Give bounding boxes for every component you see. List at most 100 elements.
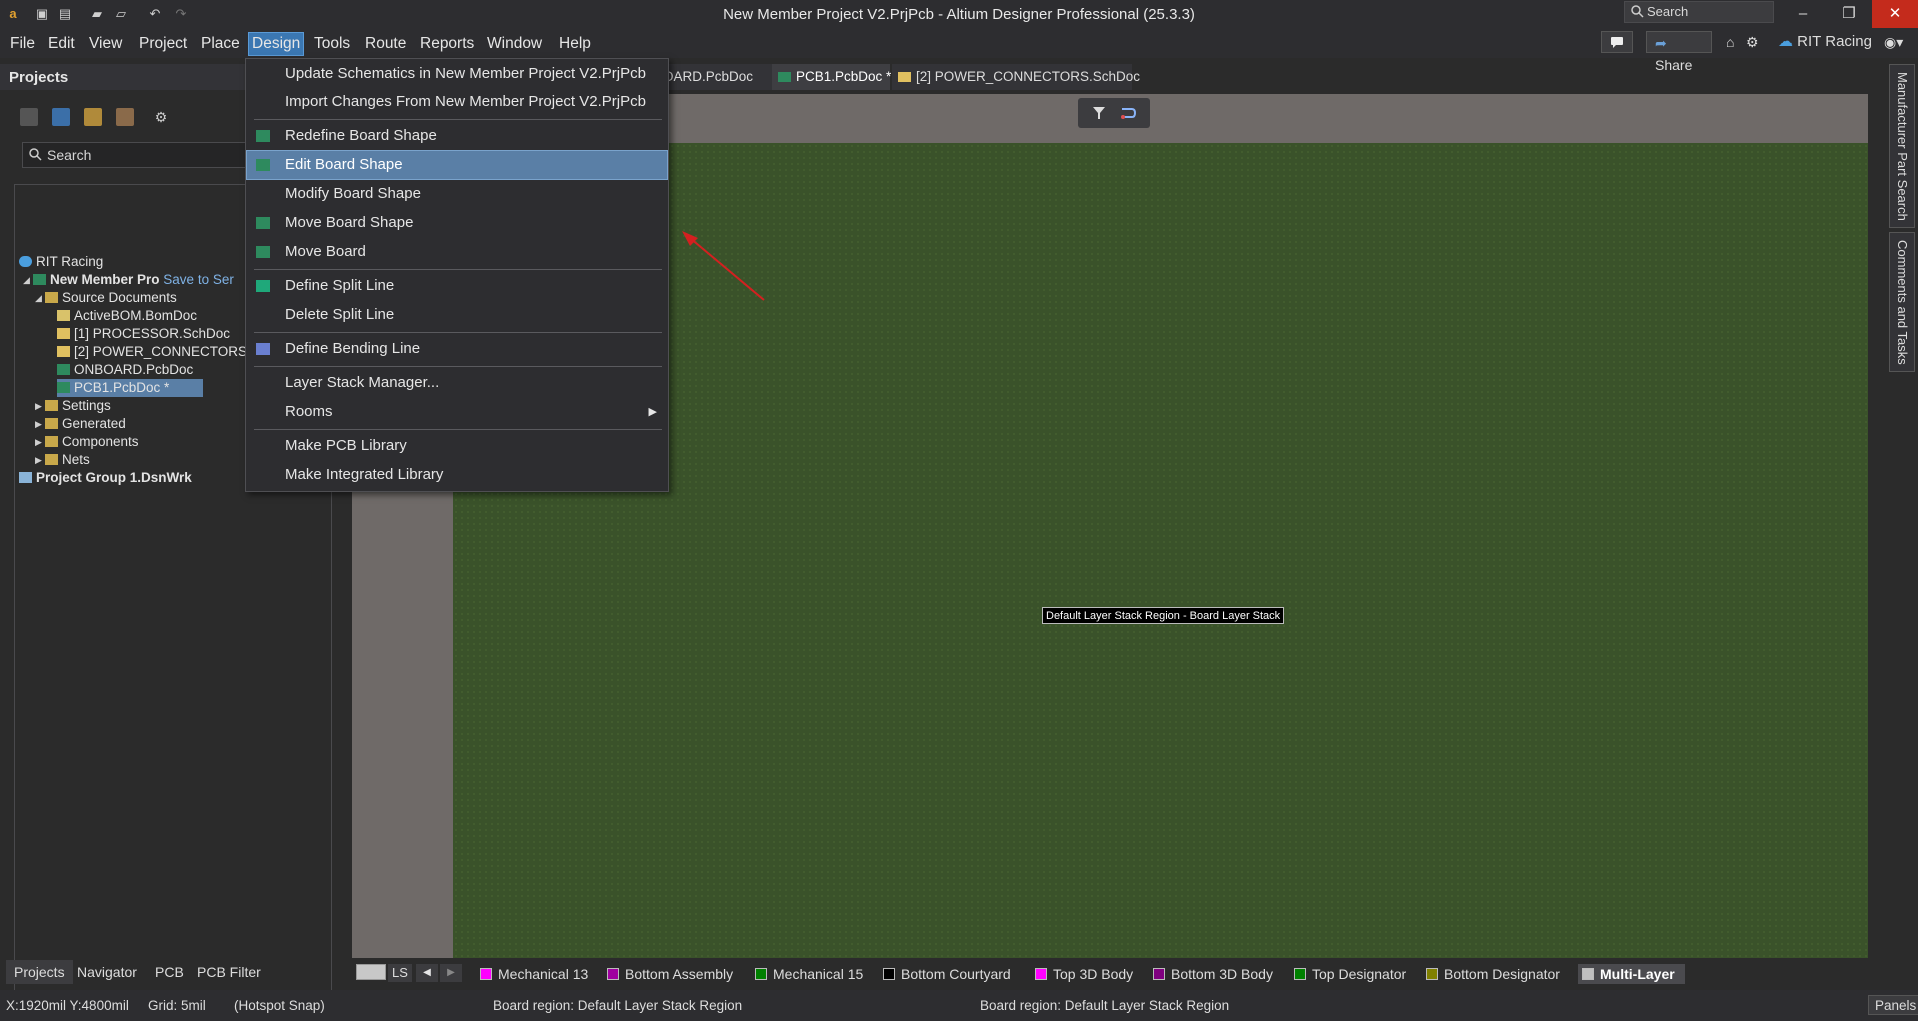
home-icon[interactable]: ⌂ [1726,31,1734,53]
collapse-arrow-icon[interactable]: ▶ [35,419,42,430]
layer-name: Mechanical 15 [773,966,864,982]
doc-label: ONBOARD.PcbDoc [74,362,194,377]
menu-edit[interactable]: Edit [45,33,78,55]
menu-define-split-line[interactable]: Define Split Line [247,272,667,300]
tree-source-documents[interactable]: Source Documents [45,289,177,307]
close-project-icon[interactable] [116,108,134,126]
layer-name: Mechanical 13 [498,966,589,982]
menu-move-board[interactable]: Move Board [247,238,667,266]
layer-tab-multi-layer[interactable]: Multi-Layer [1578,964,1685,984]
layer-tab-top-3d-body[interactable]: Top 3D Body [1031,964,1133,984]
feedback-button[interactable] [1601,31,1633,53]
bending-line-icon [256,343,270,355]
title-bar: a ▣ ▤ ▰ ▱ ↶ ↷ New Member Project V2.PrjP… [0,0,1918,28]
collapse-arrow-icon[interactable]: ▶ [35,437,42,448]
menu-import-changes[interactable]: Import Changes From New Member Project V… [247,88,667,116]
save-icon[interactable] [20,108,38,126]
projects-search-placeholder: Search [47,147,92,163]
menu-define-bending-line[interactable]: Define Bending Line [247,335,667,363]
menu-tools[interactable]: Tools [311,33,353,55]
layer-color-swatch [1035,968,1047,980]
expand-arrow-icon[interactable]: ◢ [23,275,30,286]
menu-move-board-shape[interactable]: Move Board Shape [247,209,667,237]
tree-project[interactable]: New Member Pro Save to Ser [33,271,234,289]
collapse-arrow-icon[interactable]: ▶ [35,455,42,466]
tree-folder-components[interactable]: Components [45,433,139,451]
layer-tab-bottom-assembly[interactable]: Bottom Assembly [603,964,733,984]
projects-search-input[interactable]: Search [22,142,252,168]
tree-workspace[interactable]: RIT Racing [19,253,103,271]
global-search-input[interactable]: Search [1624,1,1774,23]
tree-doc-power[interactable]: [2] POWER_CONNECTORS [57,343,247,361]
layer-set-button[interactable]: LS [388,964,412,982]
menu-reports[interactable]: Reports [417,33,477,55]
tab-pcb[interactable]: PCB [147,960,192,984]
tree-folder-settings[interactable]: Settings [45,397,111,415]
menu-make-integrated-library[interactable]: Make Integrated Library [247,461,667,489]
save-to-server-link[interactable]: Save to Ser [163,272,234,287]
panels-button[interactable]: Panels [1868,995,1918,1015]
new-document-icon[interactable] [52,108,70,126]
close-button[interactable]: ✕ [1872,0,1918,28]
scroll-left-icon[interactable]: ◀ [416,964,438,982]
minimize-button[interactable]: – [1780,0,1826,28]
tab-pcb1-pcbdoc[interactable]: PCB1.PcbDoc * [772,64,891,90]
layer-tab-mechanical-15[interactable]: Mechanical 15 [751,964,863,984]
tree-folder-generated[interactable]: Generated [45,415,126,433]
tab-manufacturer-part-search[interactable]: Manufacturer Part Search [1889,64,1915,228]
menu-layer-stack-manager[interactable]: Layer Stack Manager... [247,369,667,397]
menu-window[interactable]: Window [484,33,545,55]
menu-modify-board-shape[interactable]: Modify Board Shape [247,180,667,208]
tab-power-connectors-schdoc[interactable]: [2] POWER_CONNECTORS.SchDoc [892,64,1140,90]
user-icon[interactable]: ◉▾ [1884,31,1903,53]
menu-edit-board-shape[interactable]: Edit Board Shape [246,150,668,180]
settings-gear-icon[interactable]: ⚙ [152,108,170,126]
menu-project[interactable]: Project [136,33,190,55]
menu-view[interactable]: View [86,33,125,55]
cloud-icon [19,256,32,267]
menu-help[interactable]: Help [556,33,594,55]
tree-doc-pcb1[interactable]: PCB1.PcbDoc * [57,379,203,397]
account-workspace[interactable]: ☁ RIT Racing [1778,31,1872,53]
current-layer-color-swatch[interactable] [356,964,386,980]
menu-design[interactable]: Design [247,32,305,56]
layer-color-swatch [1153,968,1165,980]
menu-update-schematics[interactable]: Update Schematics in New Member Project … [247,60,667,88]
tree-doc-onboard[interactable]: ONBOARD.PcbDoc [57,361,193,379]
menu-rooms[interactable]: Rooms ▶ [247,398,667,426]
menu-file[interactable]: File [7,33,38,55]
layer-color-swatch [755,968,767,980]
gear-icon[interactable]: ⚙ [1746,31,1759,53]
collapse-arrow-icon[interactable]: ▶ [35,401,42,412]
tab-pcb-filter[interactable]: PCB Filter [189,960,269,984]
tree-doc-bom[interactable]: ActiveBOM.BomDoc [57,307,197,325]
tab-comments-and-tasks[interactable]: Comments and Tasks [1889,232,1915,372]
open-folder-icon[interactable] [84,108,102,126]
layer-tab-mechanical-13[interactable]: Mechanical 13 [476,964,588,984]
menu-make-pcb-library[interactable]: Make PCB Library [247,432,667,460]
menu-place[interactable]: Place [198,33,243,55]
layer-tab-bottom-3d-body[interactable]: Bottom 3D Body [1149,964,1273,984]
expand-arrow-icon[interactable]: ◢ [35,293,42,304]
menu-redefine-board-shape[interactable]: Redefine Board Shape [247,122,667,150]
schematic-doc-icon [57,328,70,339]
tab-navigator[interactable]: Navigator [69,960,145,984]
interactive-route-icon[interactable] [1120,106,1136,120]
folder-label: Settings [62,398,111,413]
doc-label: ActiveBOM.BomDoc [74,308,198,323]
scroll-right-icon[interactable]: ▶ [440,964,462,982]
maximize-button[interactable]: ❐ [1826,0,1872,28]
tree-folder-nets[interactable]: Nets [45,451,90,469]
share-button[interactable]: ➦ Share [1646,31,1712,73]
layer-tab-bottom-designator[interactable]: Bottom Designator [1422,964,1560,984]
filter-icon[interactable] [1092,106,1106,120]
tab-projects[interactable]: Projects [6,960,73,984]
layer-tab-bottom-courtyard[interactable]: Bottom Courtyard [879,964,1011,984]
menu-route[interactable]: Route [362,33,409,55]
menu-delete-split-line[interactable]: Delete Split Line [247,301,667,329]
layer-tab-top-designator[interactable]: Top Designator [1290,964,1406,984]
snap-mode: (Hotspot Snap) [234,998,325,1013]
tree-project-group[interactable]: Project Group 1.DsnWrk [19,469,192,487]
board-region-status: Board region: Default Layer Stack Region [493,998,743,1013]
tree-doc-processor[interactable]: [1] PROCESSOR.SchDoc [57,325,230,343]
